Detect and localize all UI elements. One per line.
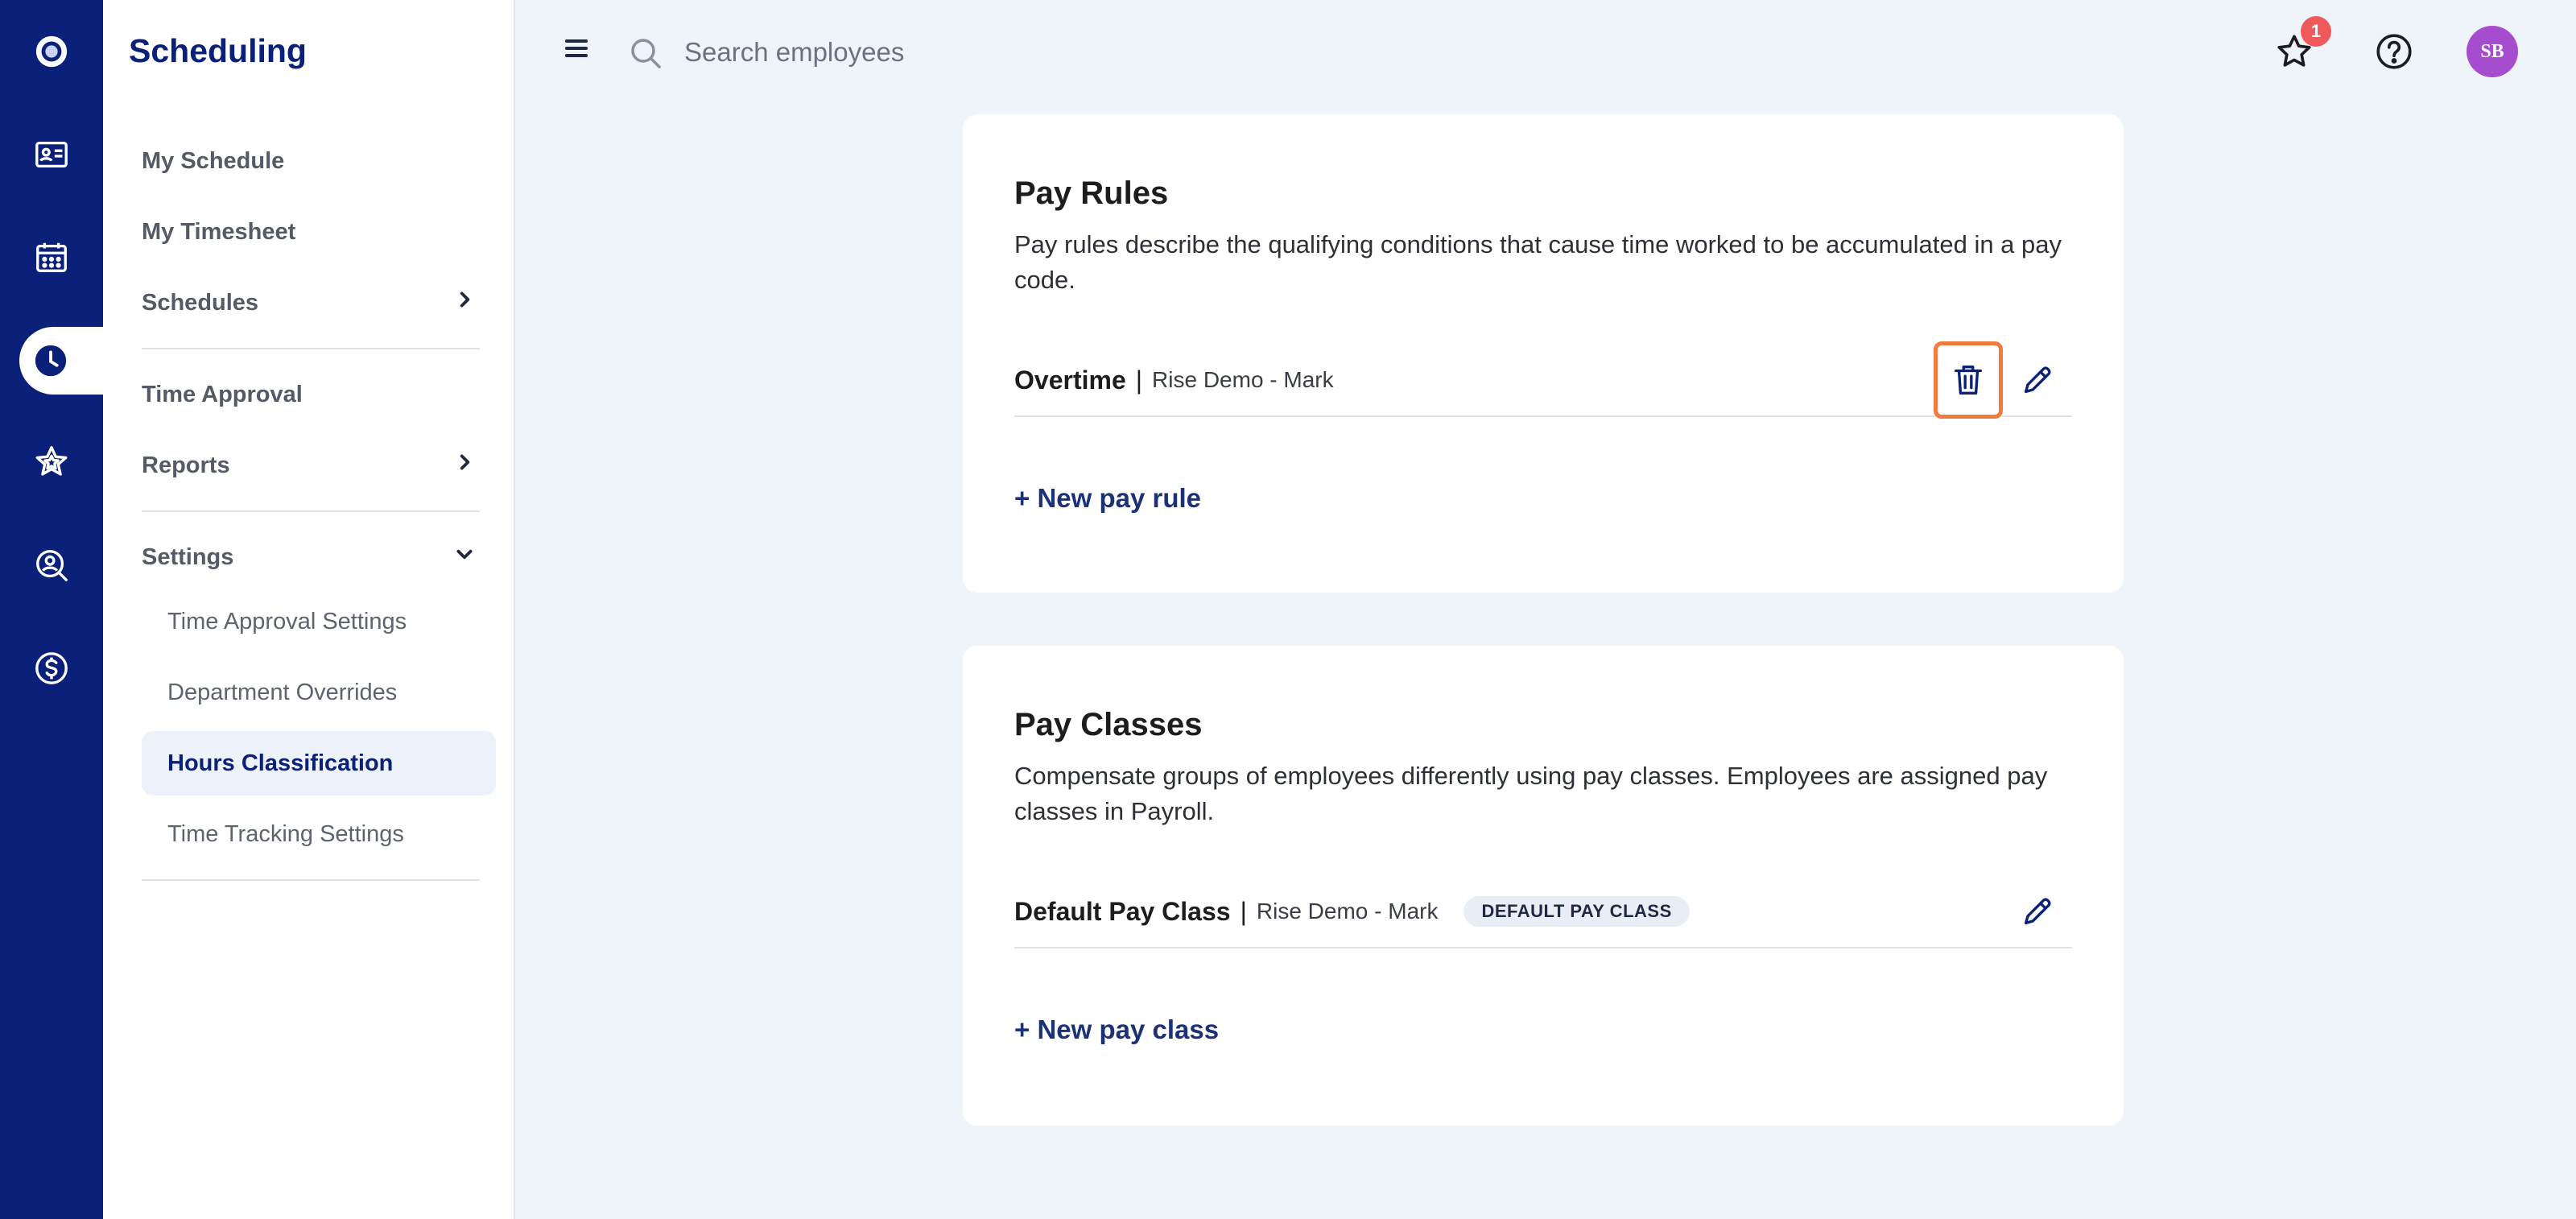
- nav-item-label: Schedules: [142, 289, 259, 316]
- pay-rules-title: Pay Rules: [1014, 176, 1169, 211]
- separator: |: [1135, 365, 1143, 395]
- rail-item-payroll[interactable]: [0, 630, 103, 707]
- pay-class-actions: [2003, 876, 2072, 947]
- icon-rail: [0, 0, 103, 1219]
- dollar-icon: [35, 652, 68, 684]
- nav-item-label: Settings: [142, 543, 234, 570]
- nav-item-time-approval[interactable]: Time Approval: [142, 362, 480, 427]
- pay-rule-actions: [1934, 341, 2072, 419]
- nav-sub-label: Hours Classification: [167, 750, 394, 776]
- help-button[interactable]: [2372, 29, 2417, 74]
- pencil-icon: [2024, 366, 2051, 394]
- nav-divider: [142, 510, 480, 512]
- notification-badge: 1: [2301, 16, 2331, 47]
- nav-item-label: Reports: [142, 452, 230, 478]
- nav-sub-department-overrides[interactable]: Department Overrides: [142, 660, 496, 725]
- pay-rules-description: Pay rules describe the qualifying condit…: [1014, 230, 2062, 294]
- pay-classes-card: Pay Classes Compensate groups of employe…: [963, 646, 2124, 1126]
- nav-sub-time-approval-settings[interactable]: Time Approval Settings: [142, 589, 496, 654]
- chevron-down-icon: [454, 543, 475, 571]
- new-pay-class-link[interactable]: + New pay class: [1014, 1014, 1219, 1045]
- nav-item-label: My Schedule: [142, 147, 285, 174]
- delete-pay-rule-button[interactable]: [1934, 341, 2003, 419]
- app-title: Scheduling: [129, 32, 307, 69]
- rail-item-hiring[interactable]: [0, 527, 103, 604]
- nav-item-label: My Timesheet: [142, 218, 296, 245]
- star-badge-icon: [35, 446, 68, 476]
- pay-classes-description: Compensate groups of employees different…: [1014, 762, 2048, 825]
- user-avatar[interactable]: SB: [2467, 26, 2518, 77]
- rail-item-people[interactable]: [0, 116, 103, 193]
- clock-icon: [35, 345, 67, 377]
- edit-pay-class-button[interactable]: [2003, 873, 2072, 950]
- search-input[interactable]: [684, 31, 1248, 74]
- sidebar-nav: Scheduling My Schedule My Timesheet Sche…: [103, 0, 515, 1219]
- nav-sub-time-tracking-settings[interactable]: Time Tracking Settings: [142, 802, 496, 866]
- pay-class-name: Default Pay Class: [1014, 896, 1231, 926]
- pay-class-row: Default Pay Class | Rise Demo - Mark DEF…: [1014, 876, 2072, 948]
- trash-icon: [1954, 366, 1983, 395]
- nav-item-my-schedule[interactable]: My Schedule: [142, 129, 480, 193]
- nav-item-reports[interactable]: Reports: [142, 433, 480, 498]
- help-icon: [2376, 34, 2412, 69]
- pay-rule-row: Overtime | Rise Demo - Mark: [1014, 341, 2072, 419]
- nav-item-schedules[interactable]: Schedules: [142, 271, 480, 335]
- rail-item-time[interactable]: [19, 327, 103, 395]
- search-icon: [631, 39, 661, 68]
- nav-sub-hours-classification[interactable]: Hours Classification: [142, 731, 496, 795]
- nav-divider: [142, 348, 480, 349]
- default-pay-class-badge: DEFAULT PAY CLASS: [1463, 896, 1690, 927]
- pay-rule-org: Rise Demo - Mark: [1152, 367, 1334, 392]
- pay-rules-card: Pay Rules Pay rules describe the qualify…: [963, 114, 2124, 593]
- edit-pay-rule-button[interactable]: [2003, 341, 2072, 419]
- rail-item-performance[interactable]: [0, 424, 103, 501]
- nav-sub-label: Department Overrides: [167, 679, 398, 705]
- rail-logo[interactable]: [0, 13, 103, 90]
- nav-item-settings[interactable]: Settings: [142, 525, 480, 589]
- top-bar: 1 SB: [515, 0, 2576, 103]
- chevron-right-icon: [454, 289, 475, 316]
- separator: |: [1240, 896, 1247, 926]
- person-search-icon: [36, 550, 68, 581]
- calendar-icon: [36, 242, 67, 272]
- pencil-icon: [2024, 898, 2051, 925]
- chevron-right-icon: [454, 452, 475, 479]
- new-pay-rule-link[interactable]: + New pay rule: [1014, 483, 1201, 514]
- nav-sub-label: Time Tracking Settings: [167, 820, 404, 847]
- pay-classes-title: Pay Classes: [1014, 707, 1203, 742]
- nav-sub-label: Time Approval Settings: [167, 608, 407, 634]
- nav-item-my-timesheet[interactable]: My Timesheet: [142, 200, 480, 264]
- app-root: Scheduling My Schedule My Timesheet Sche…: [0, 0, 2576, 1219]
- logo-icon: [35, 35, 68, 68]
- nav-item-label: Time Approval: [142, 381, 303, 407]
- rail-item-calendar[interactable]: [0, 219, 103, 296]
- pay-class-org: Rise Demo - Mark: [1256, 899, 1439, 924]
- nav-divider: [142, 879, 480, 881]
- hamburger-menu-icon[interactable]: [560, 32, 592, 64]
- pay-rule-name: Overtime: [1014, 365, 1126, 395]
- id-card-icon: [35, 141, 68, 168]
